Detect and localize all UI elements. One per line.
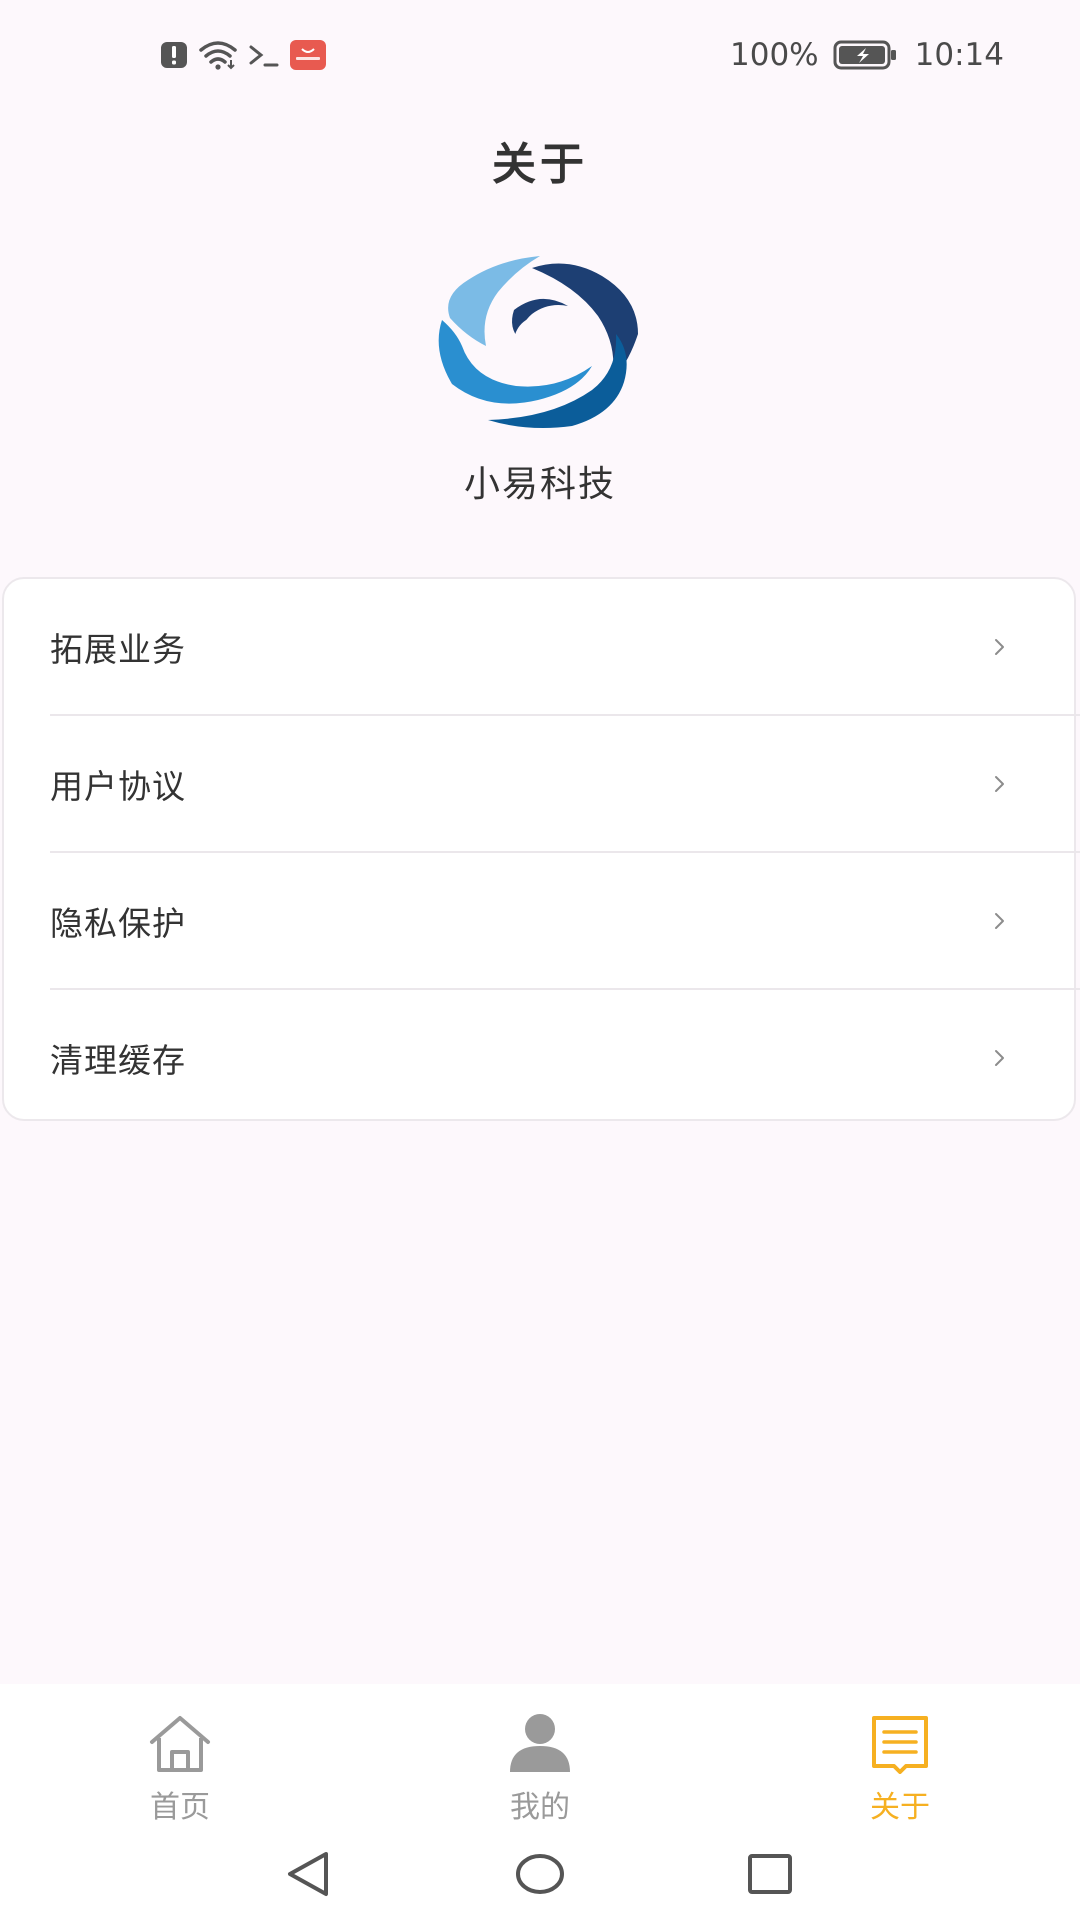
- menu-item-label: 清理缓存: [50, 1041, 186, 1080]
- recents-icon[interactable]: [742, 1848, 798, 1900]
- document-icon: [872, 1716, 928, 1774]
- menu-item-clear-cache[interactable]: 清理缓存: [4, 990, 1078, 1126]
- battery-percent: 100%: [730, 37, 819, 73]
- about-screen: 100% 10:14 关于 小易科技 拓展业务 用户协议 隐私保护 清理缓存 首…: [0, 0, 1080, 1920]
- home-circle-icon[interactable]: [512, 1848, 568, 1900]
- bottom-tab-bar: 首页 我的 关于: [0, 1684, 1080, 1830]
- menu-card: 拓展业务 用户协议 隐私保护 清理缓存: [2, 577, 1080, 1121]
- tab-label: 关于: [870, 1790, 930, 1825]
- company-name: 小易科技: [463, 464, 616, 505]
- company-logo: [438, 256, 638, 428]
- menu-item-expand-business[interactable]: 拓展业务: [4, 579, 1078, 715]
- system-nav-bar: [0, 1830, 1080, 1920]
- chevron-right-icon: [995, 639, 1004, 655]
- status-bar: 100% 10:14: [0, 0, 1080, 110]
- chevron-right-icon: [995, 776, 1004, 792]
- status-right: 100% 10:14: [730, 30, 1004, 80]
- status-left-icons: [160, 38, 326, 72]
- back-icon[interactable]: [282, 1848, 338, 1900]
- menu-item-user-agreement[interactable]: 用户协议: [4, 716, 1078, 852]
- tab-mine[interactable]: 我的: [440, 1684, 640, 1830]
- battery-charging-icon: [833, 40, 896, 70]
- tab-home[interactable]: 首页: [80, 1684, 280, 1830]
- page-title: 关于: [492, 139, 588, 190]
- huawei-store-icon: [290, 40, 326, 70]
- terminal-icon: [249, 45, 279, 67]
- home-icon: [150, 1716, 210, 1772]
- alert-icon: [161, 42, 187, 68]
- wifi-icon: [199, 41, 237, 70]
- tab-label: 首页: [150, 1790, 210, 1825]
- tab-label: 我的: [510, 1790, 570, 1825]
- tab-about[interactable]: 关于: [800, 1684, 1000, 1830]
- chevron-right-icon: [995, 913, 1004, 929]
- clock: 10:14: [914, 37, 1004, 73]
- menu-item-label: 用户协议: [50, 767, 186, 806]
- person-icon: [510, 1714, 570, 1772]
- menu-item-label: 隐私保护: [50, 904, 186, 943]
- menu-item-label: 拓展业务: [50, 630, 186, 669]
- menu-item-privacy[interactable]: 隐私保护: [4, 853, 1078, 989]
- chevron-right-icon: [995, 1050, 1004, 1066]
